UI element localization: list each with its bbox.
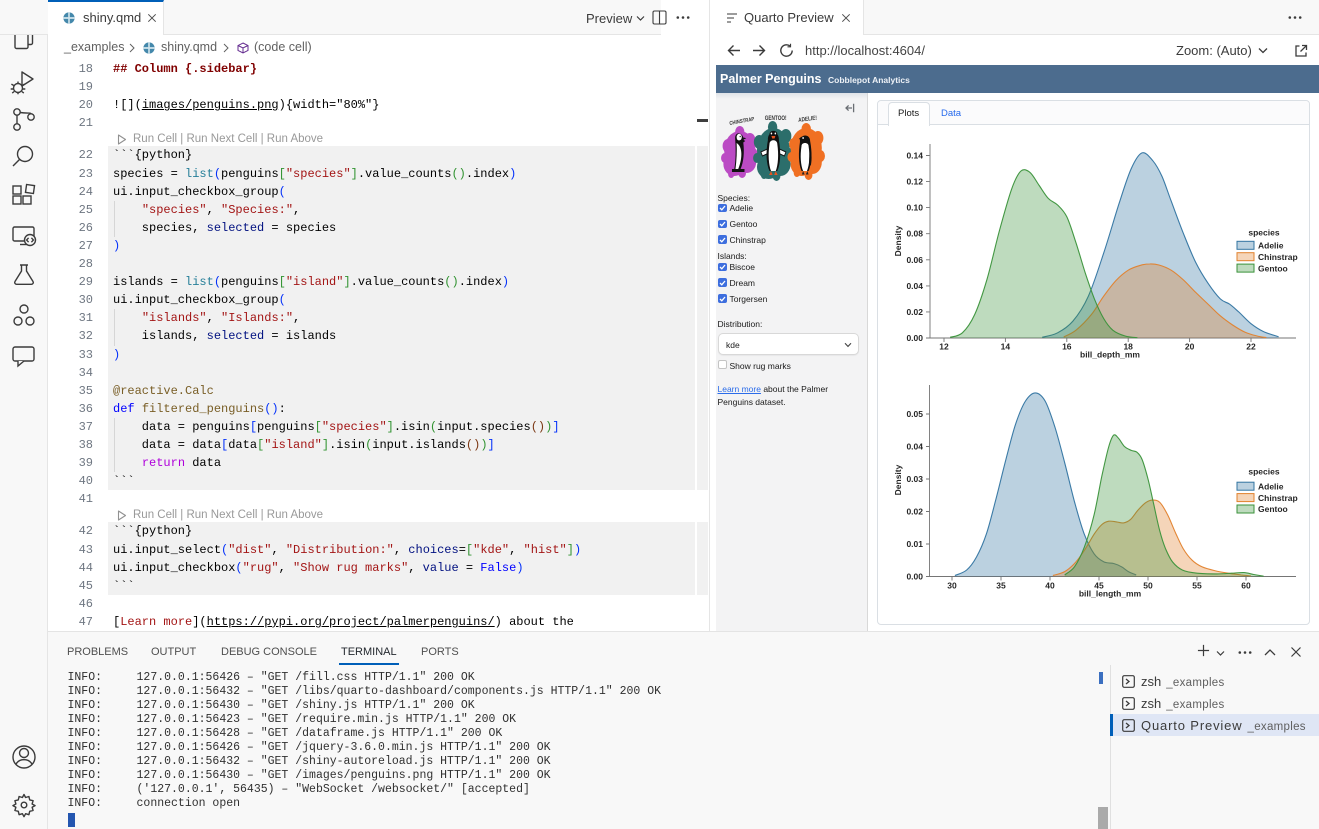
svg-text:0.00: 0.00	[906, 333, 923, 343]
svg-text:14: 14	[1001, 342, 1011, 352]
svg-text:0.02: 0.02	[906, 507, 923, 517]
svg-text:0.00: 0.00	[906, 572, 923, 582]
svg-text:0.01: 0.01	[906, 539, 923, 549]
svg-text:Adelie: Adelie	[1258, 481, 1284, 491]
svg-text:22: 22	[1246, 342, 1256, 352]
svg-text:12: 12	[939, 342, 949, 352]
svg-text:ADELIE!: ADELIE!	[798, 115, 817, 124]
svg-text:CHINSTRAP: CHINSTRAP	[729, 116, 755, 127]
svg-text:20: 20	[1185, 342, 1195, 352]
svg-text:0.04: 0.04	[906, 442, 923, 452]
svg-text:0.12: 0.12	[906, 177, 923, 187]
svg-text:0.04: 0.04	[906, 281, 923, 291]
svg-text:0.05: 0.05	[906, 409, 923, 419]
svg-text:0.03: 0.03	[906, 474, 923, 484]
svg-text:species: species	[1248, 466, 1279, 476]
svg-text:Gentoo: Gentoo	[1258, 504, 1288, 514]
svg-text:0.10: 0.10	[906, 203, 923, 213]
svg-text:50: 50	[1143, 581, 1153, 591]
svg-text:40: 40	[1045, 581, 1055, 591]
svg-text:species: species	[1248, 228, 1279, 238]
svg-text:16: 16	[1062, 342, 1072, 352]
svg-text:0.06: 0.06	[906, 255, 923, 265]
svg-text:Chinstrap: Chinstrap	[1258, 252, 1298, 262]
svg-text:0.08: 0.08	[906, 229, 923, 239]
svg-text:bill_length_mm: bill_length_mm	[1079, 589, 1142, 599]
svg-text:Adelie: Adelie	[1258, 241, 1284, 251]
svg-text:35: 35	[996, 581, 1006, 591]
svg-text:GENTOO!: GENTOO!	[765, 116, 787, 123]
svg-text:60: 60	[1241, 581, 1251, 591]
svg-text:Density: Density	[893, 464, 903, 495]
svg-text:Chinstrap: Chinstrap	[1258, 493, 1298, 503]
svg-text:bill_depth_mm: bill_depth_mm	[1080, 350, 1140, 360]
svg-text:55: 55	[1192, 581, 1202, 591]
svg-text:0.14: 0.14	[906, 151, 923, 161]
svg-text:0.02: 0.02	[906, 307, 923, 317]
svg-text:Density: Density	[893, 225, 903, 256]
svg-text:30: 30	[947, 581, 957, 591]
svg-text:Gentoo: Gentoo	[1258, 263, 1288, 273]
